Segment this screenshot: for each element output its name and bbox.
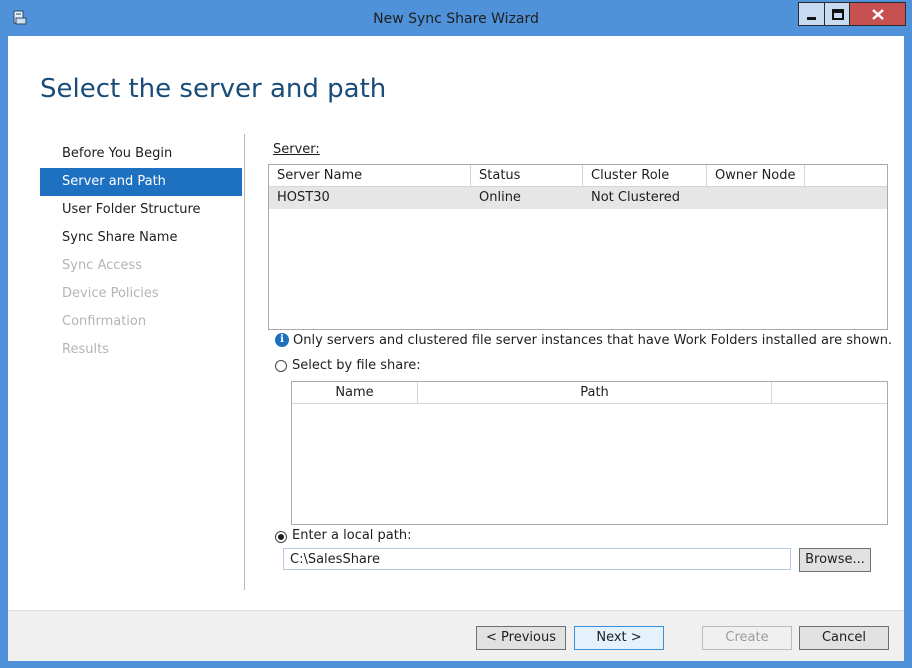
previous-button[interactable]: < Previous	[476, 626, 566, 650]
wizard-steps-nav: Before You Begin Server and Path User Fo…	[40, 140, 242, 364]
wizard-window: New Sync Share Wizard Select the server …	[0, 0, 912, 668]
column-header-filler	[805, 165, 887, 187]
wizard-content: Select the server and path Before You Be…	[8, 36, 904, 661]
column-header-cluster-role[interactable]: Cluster Role	[583, 165, 707, 187]
enter-local-path-radio[interactable]	[275, 531, 287, 543]
minimize-icon	[807, 17, 816, 20]
nav-step-user-folder-structure[interactable]: User Folder Structure	[40, 196, 242, 224]
server-label: Server:	[273, 142, 320, 157]
nav-step-sync-share-name[interactable]: Sync Share Name	[40, 224, 242, 252]
nav-divider	[244, 134, 245, 590]
column-header-path[interactable]: Path	[418, 382, 772, 404]
column-header-owner-node[interactable]: Owner Node	[707, 165, 805, 187]
info-icon: i	[275, 333, 289, 347]
nav-step-results: Results	[62, 342, 109, 357]
next-button[interactable]: Next >	[574, 626, 664, 650]
cell-cluster-role: Not Clustered	[591, 190, 681, 205]
cancel-button[interactable]: Cancel	[799, 626, 889, 650]
maximize-button[interactable]	[824, 2, 850, 26]
page-title: Select the server and path	[40, 74, 387, 104]
nav-step-before-you-begin[interactable]: Before You Begin	[40, 140, 242, 168]
column-header-status[interactable]: Status	[471, 165, 583, 187]
close-button[interactable]	[850, 2, 906, 26]
column-header-server-name[interactable]: Server Name	[269, 165, 471, 187]
server-table[interactable]: Server Name Status Cluster Role Owner No…	[268, 164, 888, 330]
server-info-text: Only servers and clustered file server i…	[293, 333, 893, 348]
nav-step-sync-access: Sync Access	[62, 258, 142, 273]
cell-owner-node	[707, 187, 805, 209]
select-by-file-share-label[interactable]: Select by file share:	[292, 358, 421, 373]
maximize-icon	[832, 9, 844, 20]
select-by-file-share-radio[interactable]	[275, 360, 287, 372]
enter-local-path-label[interactable]: Enter a local path:	[292, 528, 411, 543]
browse-button[interactable]: Browse...	[799, 548, 871, 572]
window-title: New Sync Share Wizard	[373, 11, 539, 27]
cell-server-name: HOST30	[277, 190, 330, 205]
column-header-name[interactable]: Name	[292, 382, 418, 404]
nav-step-device-policies: Device Policies	[62, 286, 159, 301]
cell-status: Online	[479, 190, 521, 205]
column-header-filler	[772, 382, 887, 404]
nav-step-server-and-path[interactable]: Server and Path	[40, 168, 242, 196]
table-row[interactable]: HOST30 Online Not Clustered	[269, 187, 887, 209]
wizard-footer: < Previous Next > Create Cancel	[8, 610, 904, 661]
create-button: Create	[702, 626, 792, 650]
close-icon	[872, 9, 884, 20]
file-share-table[interactable]: Name Path	[291, 381, 888, 525]
local-path-input[interactable]	[283, 548, 791, 570]
nav-step-confirmation: Confirmation	[62, 314, 147, 329]
title-bar[interactable]: New Sync Share Wizard	[2, 2, 910, 36]
minimize-button[interactable]	[798, 2, 824, 26]
